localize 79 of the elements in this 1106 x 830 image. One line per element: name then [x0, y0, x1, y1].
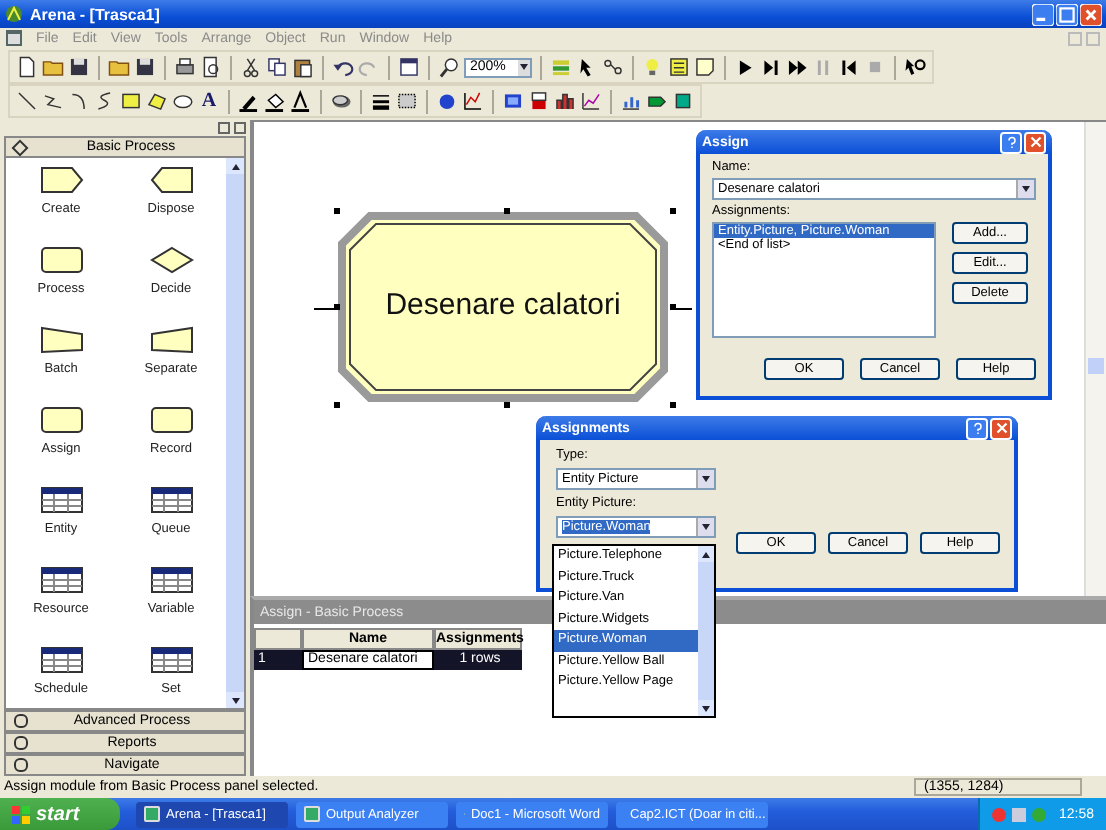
process-module-icon[interactable] — [149, 406, 193, 434]
selection-handle[interactable] — [670, 304, 676, 310]
selection-handle[interactable] — [670, 402, 676, 408]
text-color-icon[interactable] — [290, 90, 312, 112]
selection-handle[interactable] — [504, 402, 510, 408]
print-preview-icon[interactable] — [200, 56, 222, 78]
connector-icon[interactable] — [602, 56, 624, 78]
screen-icon[interactable] — [502, 90, 524, 112]
module-label: Desenare calatori — [383, 288, 623, 322]
line-icon[interactable] — [16, 90, 38, 112]
minimize-icon[interactable] — [1032, 3, 1054, 25]
fast-forward-icon[interactable] — [786, 56, 808, 78]
help-icon[interactable] — [1000, 131, 1022, 153]
station-icon[interactable] — [672, 90, 694, 112]
polygon-icon[interactable] — [146, 90, 168, 112]
pin-icon[interactable] — [218, 122, 230, 134]
rectangle-icon[interactable] — [120, 90, 142, 112]
window-title: Arena - [Trasca1] — [30, 5, 160, 23]
selection-handle[interactable] — [334, 402, 340, 408]
plot-icon[interactable] — [462, 90, 484, 112]
maximize-icon[interactable] — [1056, 3, 1078, 25]
column-header — [254, 628, 302, 650]
open-folder-icon[interactable] — [108, 56, 130, 78]
diamond-module-icon[interactable] — [149, 246, 193, 274]
selection-handle[interactable] — [670, 208, 676, 214]
list-icon[interactable] — [668, 56, 690, 78]
table-module-icon[interactable] — [149, 566, 193, 594]
process-module-icon[interactable] — [39, 406, 83, 434]
table-module-icon[interactable] — [39, 486, 83, 514]
dispose-module-icon[interactable] — [149, 166, 193, 194]
help-icon[interactable] — [966, 417, 988, 439]
note-icon[interactable] — [694, 56, 716, 78]
line-width-icon[interactable] — [370, 90, 392, 112]
open-folder-icon[interactable] — [42, 56, 64, 78]
separate-module-icon[interactable] — [149, 326, 193, 354]
text-tool[interactable]: A — [198, 90, 220, 112]
print-icon[interactable] — [174, 56, 196, 78]
play-icon[interactable] — [734, 56, 756, 78]
create-module-icon[interactable] — [39, 166, 83, 194]
table-module-icon[interactable] — [149, 646, 193, 674]
table-module-icon[interactable] — [149, 486, 193, 514]
save-icon[interactable] — [134, 56, 156, 78]
chart-icon[interactable] — [580, 90, 602, 112]
close-icon[interactable] — [234, 122, 246, 134]
lightbulb-icon[interactable] — [642, 56, 664, 78]
zoom-icon[interactable] — [438, 56, 460, 78]
dropdown-arrow-icon[interactable] — [518, 59, 530, 75]
save-icon[interactable] — [68, 56, 90, 78]
shadow-icon[interactable] — [330, 90, 352, 112]
undo-icon[interactable] — [332, 56, 354, 78]
table-module-icon[interactable] — [39, 646, 83, 674]
step-icon[interactable] — [760, 56, 782, 78]
pattern-icon[interactable] — [396, 90, 418, 112]
connection-line — [314, 308, 334, 310]
ellipse-icon[interactable] — [172, 90, 194, 112]
process-module-shape[interactable] — [338, 212, 668, 402]
document-icon — [6, 30, 22, 46]
process-module-icon[interactable] — [39, 246, 83, 274]
windows-flag-icon — [12, 805, 30, 823]
selection-handle[interactable] — [504, 208, 510, 214]
new-file-icon[interactable] — [16, 56, 38, 78]
copy-icon[interactable] — [266, 56, 288, 78]
table-module-icon[interactable] — [39, 566, 83, 594]
rewind-icon[interactable] — [838, 56, 860, 78]
cut-icon[interactable] — [240, 56, 262, 78]
help-pointer-icon[interactable] — [904, 56, 926, 78]
level-icon[interactable] — [528, 90, 550, 112]
arc-icon[interactable] — [68, 90, 90, 112]
paste-icon[interactable] — [292, 56, 314, 78]
selection-handle[interactable] — [334, 304, 340, 310]
curve-icon[interactable] — [94, 90, 116, 112]
polyline-icon[interactable] — [42, 90, 64, 112]
histogram-icon[interactable] — [554, 90, 576, 112]
window-icon[interactable] — [398, 56, 420, 78]
sphere-icon[interactable] — [436, 90, 458, 112]
fill-color-icon[interactable] — [264, 90, 286, 112]
selection-handle[interactable] — [334, 208, 340, 214]
batch-module-icon[interactable] — [39, 326, 83, 354]
line-color-icon[interactable] — [238, 90, 260, 112]
